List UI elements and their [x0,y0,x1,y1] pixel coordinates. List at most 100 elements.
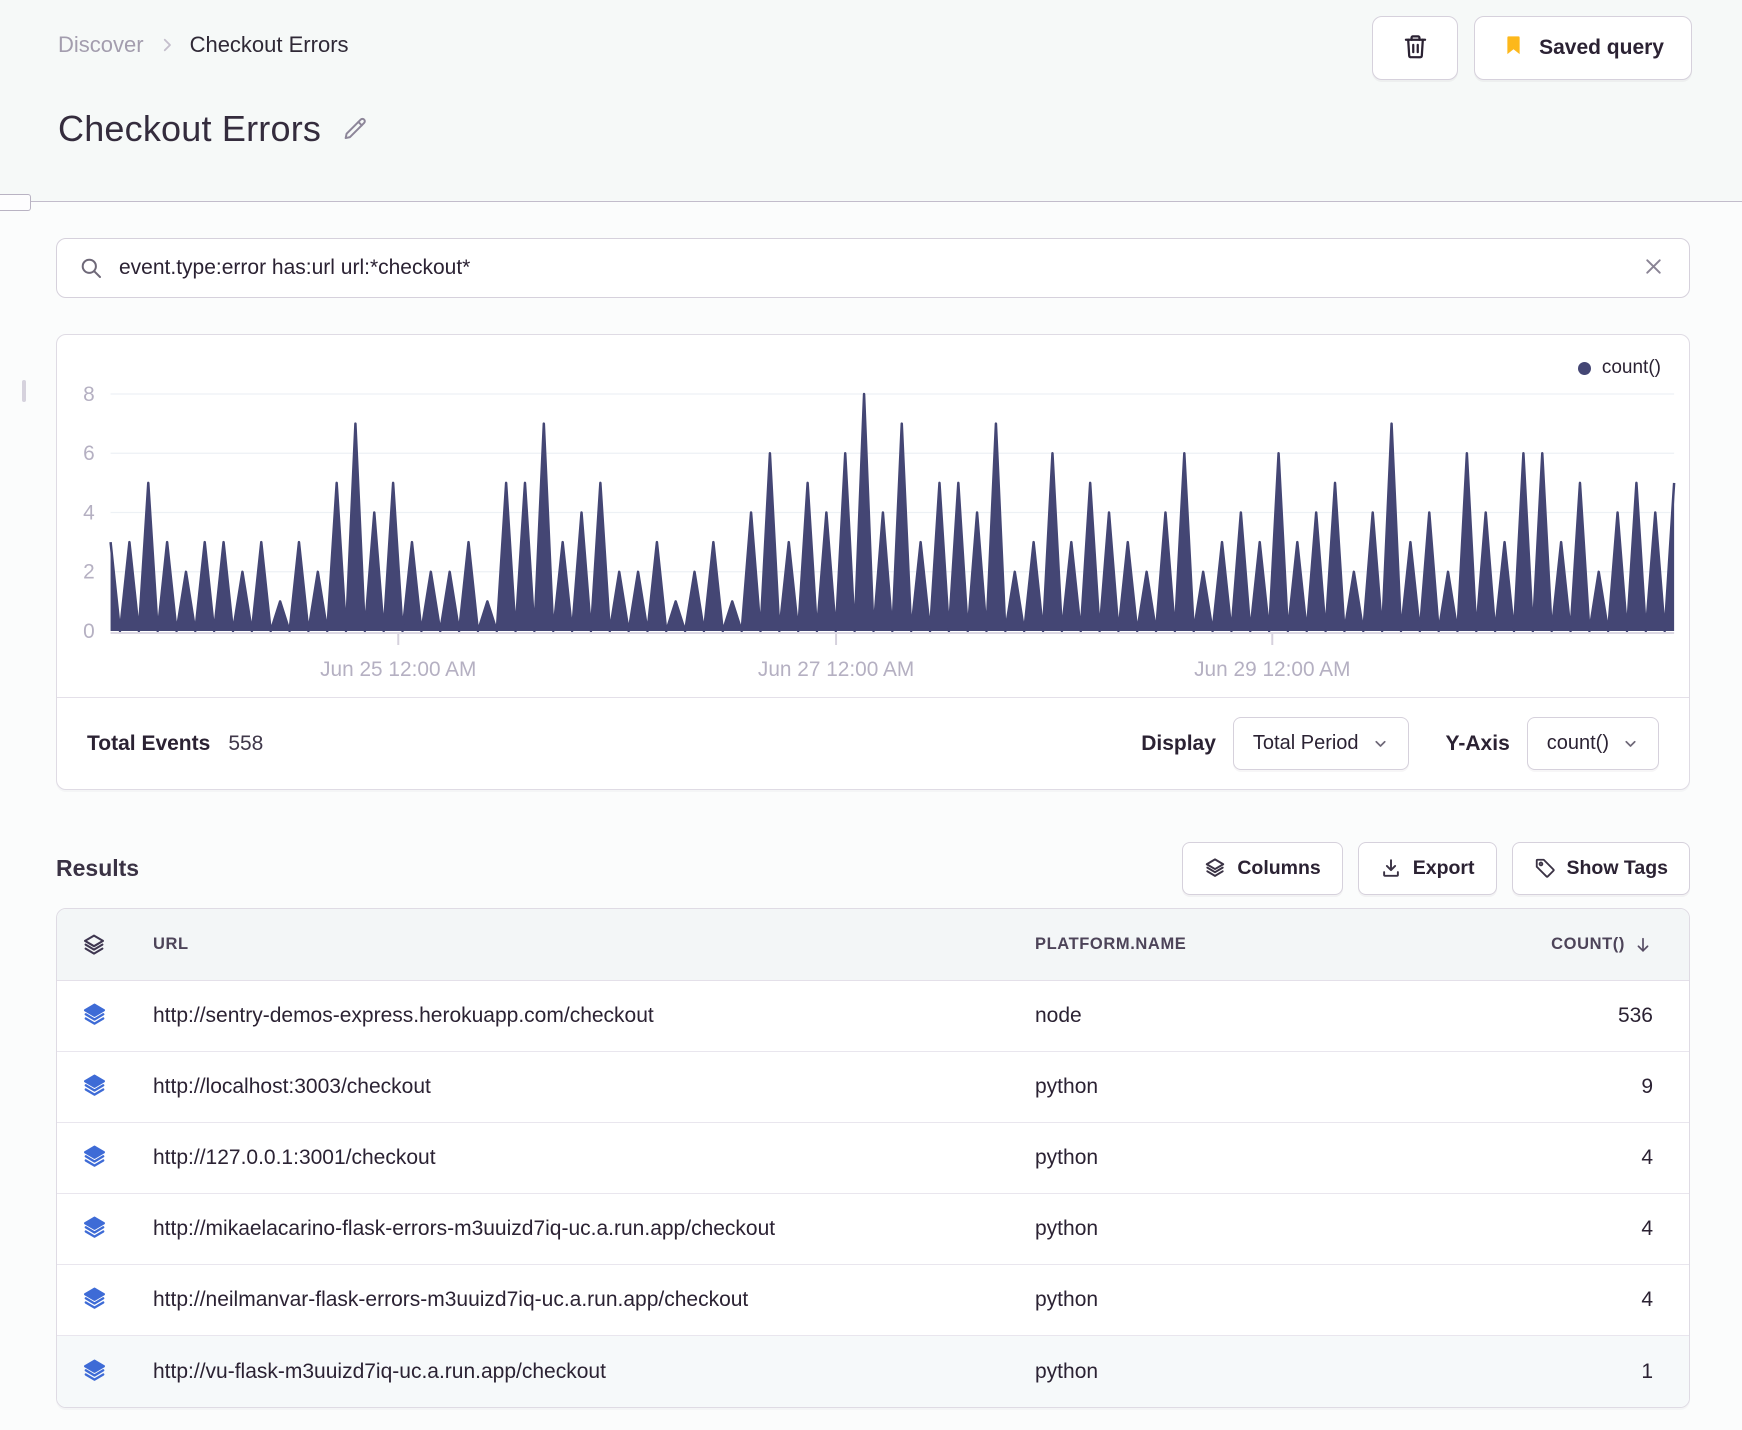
table-row[interactable]: http://localhost:3003/checkout python 9 [57,1052,1689,1123]
svg-text:0: 0 [83,620,95,643]
display-dropdown-value: Total Period [1252,732,1359,754]
table-row[interactable]: http://sentry-demos-express.herokuapp.co… [57,981,1689,1052]
row-url: http://sentry-demos-express.herokuapp.co… [153,1004,654,1027]
row-layers-button[interactable] [82,1286,107,1314]
download-icon [1380,857,1402,879]
row-icon-cell [57,1358,131,1386]
edit-title-button[interactable] [337,110,373,149]
layers-icon [82,1358,107,1386]
row-layers-button[interactable] [82,1144,107,1172]
row-url: http://neilmanvar-flask-errors-m3uuizd7i… [153,1288,749,1311]
chevron-down-icon [1622,735,1639,752]
chart-panel: count() 0 2 4 6 8 Jun 25 12:00 AM Jun 27 12:00… [56,334,1690,790]
header-actions: Saved query [1372,16,1692,80]
columns-label: Columns [1237,856,1321,879]
chart-svg: 0 2 4 6 8 Jun 25 12:00 AM Jun 27 12:00 AM Jun 2… [83,383,1676,681]
layers-icon [82,933,106,957]
saved-query-button[interactable]: Saved query [1474,16,1692,80]
yaxis-dropdown-value: count() [1546,732,1609,754]
breadcrumb-current: Checkout Errors [189,32,349,57]
row-platform: node [1035,1004,1082,1027]
show-tags-label: Show Tags [1566,856,1668,879]
row-layers-button[interactable] [82,1358,107,1386]
search-icon [79,256,103,280]
total-events: Total Events 558 [87,732,263,756]
row-layers-button[interactable] [82,1073,107,1101]
saved-query-label: Saved query [1539,36,1664,59]
layers-icon [1204,857,1226,879]
layers-icon [82,1002,107,1030]
legend-label: count() [1601,357,1661,378]
chevron-right-icon [158,36,176,54]
row-count: 1 [1641,1359,1653,1383]
header-count[interactable]: COUNT() [1391,935,1689,955]
search-input[interactable] [117,255,1626,281]
layers-icon [82,1144,107,1172]
svg-text:Jun 29 12:00 AM: Jun 29 12:00 AM [1194,658,1350,681]
svg-text:4: 4 [83,501,95,524]
row-url: http://127.0.0.1:3001/checkout [153,1146,436,1169]
discover-page: Discover Checkout Errors Saved query Che… [0,0,1742,1430]
columns-button[interactable]: Columns [1182,841,1343,895]
close-icon [1642,255,1665,281]
row-icon-cell [57,1002,131,1030]
yaxis-dropdown[interactable]: count() [1526,717,1659,770]
row-platform: python [1035,1075,1099,1098]
row-layers-button[interactable] [82,1215,107,1243]
table-header-icon-cell [57,933,131,957]
row-icon-cell [57,1144,131,1172]
svg-text:2: 2 [83,561,95,584]
table-row[interactable]: http://vu-flask-m3uuizd7iq-uc.a.run.app/… [57,1336,1689,1407]
tag-icon [1534,857,1556,879]
title-row: Checkout Errors [58,108,373,150]
row-count: 4 [1641,1146,1653,1169]
row-icon-cell [57,1286,131,1314]
svg-text:6: 6 [83,442,95,465]
row-icon-cell [57,1073,131,1101]
export-button[interactable]: Export [1357,841,1497,895]
clear-search-button[interactable] [1640,253,1667,283]
display-dropdown[interactable]: Total Period [1232,717,1409,770]
header-count-label: COUNT() [1551,935,1625,953]
chart-controls: Display Total Period Y-Axis count() [1141,717,1659,770]
row-platform: python [1035,1146,1099,1169]
delete-query-button[interactable] [1372,16,1459,80]
table-row[interactable]: http://mikaelacarino-flask-errors-m3uuiz… [57,1194,1689,1265]
bookmark-icon [1502,34,1525,63]
layers-icon [82,1215,107,1243]
legend-dot [1577,361,1591,375]
row-count: 4 [1641,1217,1653,1240]
row-count: 4 [1641,1288,1653,1311]
results-header-row: Results Columns Export Show Tags [56,840,1690,896]
display-label: Display [1141,731,1216,755]
layers-icon [82,1073,107,1101]
chevron-down-icon [1372,735,1389,752]
pencil-icon [341,117,369,145]
layers-icon [82,1286,107,1314]
row-platform: python [1035,1217,1099,1240]
row-url: http://localhost:3003/checkout [153,1075,431,1098]
total-events-label: Total Events [87,731,211,755]
breadcrumb-discover-link[interactable]: Discover [58,32,144,58]
row-count: 9 [1641,1075,1653,1098]
chart-legend: count() [1577,357,1661,379]
row-url: http://mikaelacarino-flask-errors-m3uuiz… [153,1217,776,1240]
table-row[interactable]: http://127.0.0.1:3001/checkout python 4 [57,1123,1689,1194]
page-title: Checkout Errors [58,108,322,149]
header-platform[interactable]: PLATFORM.NAME [1035,935,1391,954]
total-events-value: 558 [228,731,264,755]
table-row[interactable]: http://neilmanvar-flask-errors-m3uuizd7i… [57,1265,1689,1336]
results-table-body: http://sentry-demos-express.herokuapp.co… [57,981,1689,1407]
yaxis-label: Y-Axis [1445,731,1510,755]
show-tags-button[interactable]: Show Tags [1511,841,1690,895]
sort-desc-icon [1633,935,1653,955]
svg-text:8: 8 [83,383,95,406]
svg-text:Jun 25 12:00 AM: Jun 25 12:00 AM [320,658,476,681]
row-platform: python [1035,1359,1099,1383]
results-table: URL PLATFORM.NAME COUNT() http://sentry-… [56,908,1690,1408]
drag-handle [22,380,26,402]
row-layers-button[interactable] [82,1002,107,1030]
header-url[interactable]: URL [131,935,1035,954]
export-label: Export [1412,856,1475,879]
table-header-row: URL PLATFORM.NAME COUNT() [57,909,1689,981]
